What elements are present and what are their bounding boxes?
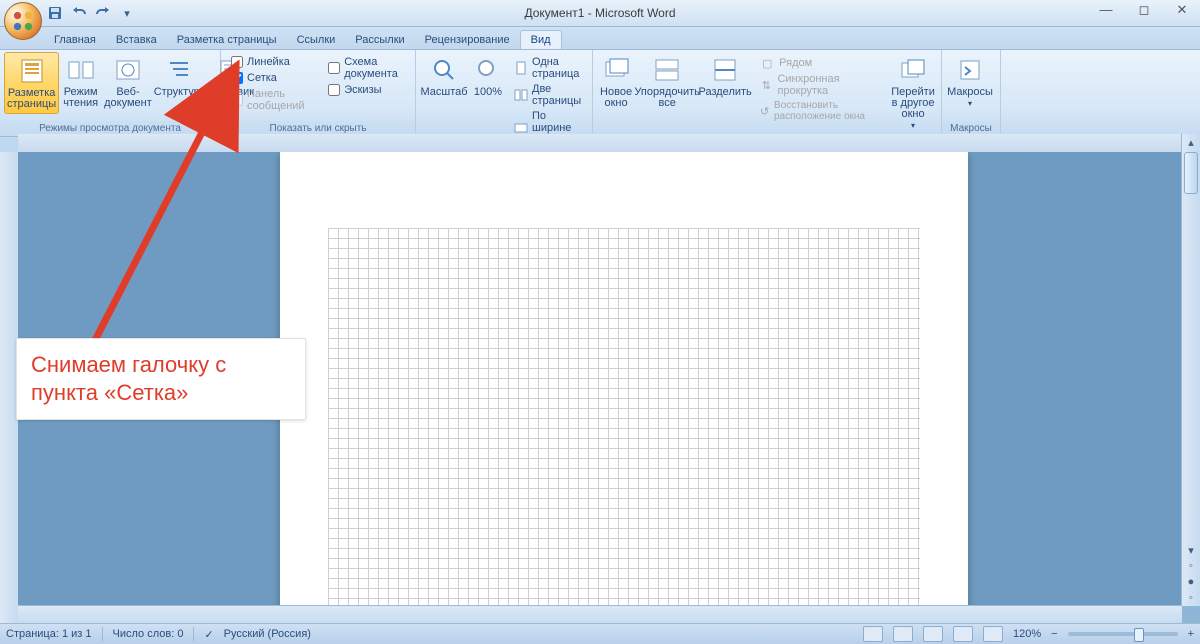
tab-review[interactable]: Рецензирование xyxy=(415,31,520,49)
save-icon[interactable] xyxy=(46,4,64,22)
hundred-icon xyxy=(472,55,504,85)
next-page-icon[interactable]: ◦ xyxy=(1182,590,1200,606)
vertical-scrollbar[interactable]: ▴ ▾ ◦ ● ◦ xyxy=(1181,134,1200,606)
status-view-web[interactable] xyxy=(923,626,943,642)
status-zoom-value[interactable]: 120% xyxy=(1013,628,1041,640)
status-page[interactable]: Страница: 1 из 1 xyxy=(6,628,92,640)
tab-home[interactable]: Главная xyxy=(44,31,106,49)
tab-mailings[interactable]: Рассылки xyxy=(345,31,414,49)
tab-insert[interactable]: Вставка xyxy=(106,31,167,49)
zoom-two-pages[interactable]: Две страницы xyxy=(514,83,583,107)
sync-scroll: ⇅Синхронная прокрутка xyxy=(759,73,881,97)
chk-message-bar: Панель сообщений xyxy=(231,88,314,112)
view-outline[interactable]: Структура xyxy=(156,52,204,101)
status-word-count[interactable]: Число слов: 0 xyxy=(113,628,184,640)
status-view-reading[interactable] xyxy=(893,626,913,642)
one-page-icon xyxy=(514,61,528,75)
split-window[interactable]: Разделить xyxy=(699,52,751,101)
chk-thumbnails[interactable]: Эскизы xyxy=(328,84,405,96)
view-print-layout-label: Разметка страницы xyxy=(7,88,56,110)
horizontal-scrollbar[interactable] xyxy=(18,605,1182,624)
document-page[interactable] xyxy=(280,152,968,606)
annotation-callout: Снимаем галочку с пункта «Сетка» xyxy=(16,338,306,420)
tab-references[interactable]: Ссылки xyxy=(287,31,346,49)
view-print-layout[interactable]: Разметка страницы xyxy=(4,52,59,114)
macros-icon xyxy=(954,55,986,85)
zoom-100[interactable]: 100% xyxy=(470,52,506,101)
tab-page-layout[interactable]: Разметка страницы xyxy=(167,31,287,49)
maximize-button[interactable]: ◻ xyxy=(1132,2,1156,18)
qat-dropdown-icon[interactable]: ▾ xyxy=(118,4,136,22)
annotation-text: Снимаем галочку с пункта «Сетка» xyxy=(31,352,226,405)
page-width-icon xyxy=(514,121,528,135)
title-bar: ▾ Документ1 - Microsoft Word — ◻ ✕ xyxy=(0,0,1200,27)
chk-gridlines[interactable]: Сетка xyxy=(231,72,314,84)
proofing-icon[interactable]: ✓ xyxy=(204,628,213,641)
scroll-down-icon[interactable]: ▾ xyxy=(1182,542,1200,558)
switch-window-icon xyxy=(897,55,929,85)
two-pages-icon xyxy=(514,88,528,102)
arrange-icon xyxy=(651,55,683,85)
close-button[interactable]: ✕ xyxy=(1170,2,1194,18)
status-language[interactable]: Русский (Россия) xyxy=(224,628,311,640)
status-view-outline[interactable] xyxy=(953,626,973,642)
macros-button[interactable]: Макросы ▾ xyxy=(946,52,994,112)
sync-scroll-icon: ⇅ xyxy=(759,78,773,92)
zoom-button[interactable]: Масштаб xyxy=(420,52,468,101)
chk-document-map[interactable]: Схема документа xyxy=(328,56,405,80)
horizontal-ruler[interactable] xyxy=(18,134,1182,153)
zoom-slider[interactable] xyxy=(1068,632,1178,636)
status-view-draft[interactable] xyxy=(983,626,1003,642)
zoom-slider-knob[interactable] xyxy=(1134,628,1144,642)
new-window-icon xyxy=(600,55,632,85)
zoom-in-icon[interactable]: + xyxy=(1188,628,1194,640)
minimize-button[interactable]: — xyxy=(1094,2,1118,18)
arrange-all[interactable]: Упорядочить все xyxy=(637,52,697,112)
undo-icon[interactable] xyxy=(70,4,88,22)
zoom-out-icon[interactable]: − xyxy=(1051,628,1057,640)
tab-view[interactable]: Вид xyxy=(520,30,562,49)
view-side-by-side: ▢Рядом xyxy=(759,56,881,70)
switch-windows[interactable]: Перейти в другое окно ▾ xyxy=(889,52,937,134)
status-bar: Страница: 1 из 1 Число слов: 0 ✓ Русский… xyxy=(0,623,1200,644)
ribbon: Разметка страницы Режим чтения Веб-докум… xyxy=(0,50,1200,137)
status-view-print[interactable] xyxy=(863,626,883,642)
view-reading[interactable]: Режим чтения xyxy=(61,52,100,112)
ribbon-tabs: Главная Вставка Разметка страницы Ссылки… xyxy=(0,27,1200,50)
print-layout-icon xyxy=(16,56,48,86)
reading-icon xyxy=(65,55,97,85)
office-button[interactable] xyxy=(4,2,42,40)
gridlines xyxy=(328,228,920,606)
web-icon xyxy=(112,55,144,85)
redo-icon[interactable] xyxy=(94,4,112,22)
scroll-thumb[interactable] xyxy=(1184,152,1198,194)
window-title: Документ1 - Microsoft Word xyxy=(0,6,1200,20)
magnifier-icon xyxy=(428,55,460,85)
split-icon xyxy=(709,55,741,85)
chk-ruler[interactable]: Линейка xyxy=(231,56,314,68)
reset-pos-icon: ↺ xyxy=(759,104,770,118)
prev-page-icon[interactable]: ◦ xyxy=(1182,558,1200,574)
quick-access-toolbar: ▾ xyxy=(46,0,136,26)
browse-object-icon[interactable]: ● xyxy=(1182,574,1200,590)
outline-icon xyxy=(164,55,196,85)
new-window[interactable]: Новое окно xyxy=(597,52,635,112)
side-by-side-icon: ▢ xyxy=(759,56,775,70)
reset-window-pos: ↺Восстановить расположение окна xyxy=(759,100,881,122)
zoom-one-page[interactable]: Одна страница xyxy=(514,56,583,80)
scroll-up-icon[interactable]: ▴ xyxy=(1182,134,1200,150)
view-web[interactable]: Веб-документ xyxy=(102,52,154,112)
